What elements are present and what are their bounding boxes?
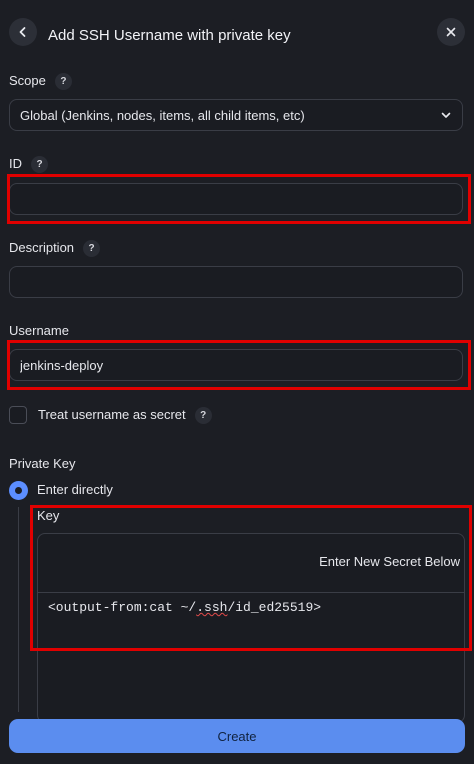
description-help-icon[interactable]: ? bbox=[83, 240, 101, 258]
create-button[interactable]: Create bbox=[9, 719, 465, 753]
close-button[interactable] bbox=[437, 18, 465, 46]
scope-label: Scope? bbox=[9, 73, 72, 91]
username-label: Username bbox=[9, 323, 69, 338]
close-icon bbox=[446, 27, 456, 37]
key-value: <output-from:cat ~/.ssh/id_ed25519> bbox=[48, 600, 322, 615]
scope-help-icon[interactable]: ? bbox=[54, 73, 72, 91]
scope-select[interactable]: Global (Jenkins, nodes, items, all child… bbox=[9, 99, 463, 131]
description-label: Description? bbox=[9, 240, 101, 258]
key-label: Key bbox=[37, 508, 60, 523]
nested-divider bbox=[18, 507, 19, 712]
id-input[interactable] bbox=[9, 183, 463, 215]
enter-directly-radio[interactable] bbox=[9, 481, 28, 500]
scope-selected-value: Global (Jenkins, nodes, items, all child… bbox=[20, 107, 305, 123]
enter-directly-label: Enter directly bbox=[37, 482, 113, 497]
chevron-left-icon bbox=[19, 27, 26, 37]
dialog-title: Add SSH Username with private key bbox=[48, 27, 291, 44]
id-label: ID? bbox=[9, 156, 48, 174]
private-key-label: Private Key bbox=[9, 456, 76, 471]
username-input[interactable] bbox=[9, 349, 463, 381]
id-help-icon[interactable]: ? bbox=[31, 156, 48, 174]
chevron-down-icon bbox=[441, 112, 451, 118]
treat-username-secret-checkbox[interactable] bbox=[9, 406, 27, 424]
back-button[interactable] bbox=[9, 18, 37, 46]
treat-secret-help-icon[interactable]: ? bbox=[194, 407, 212, 425]
description-input[interactable] bbox=[9, 266, 463, 298]
secret-hint: Enter New Secret Below bbox=[319, 554, 460, 569]
key-divider bbox=[38, 592, 464, 593]
treat-username-secret-label: Treat username as secret? bbox=[38, 407, 212, 425]
